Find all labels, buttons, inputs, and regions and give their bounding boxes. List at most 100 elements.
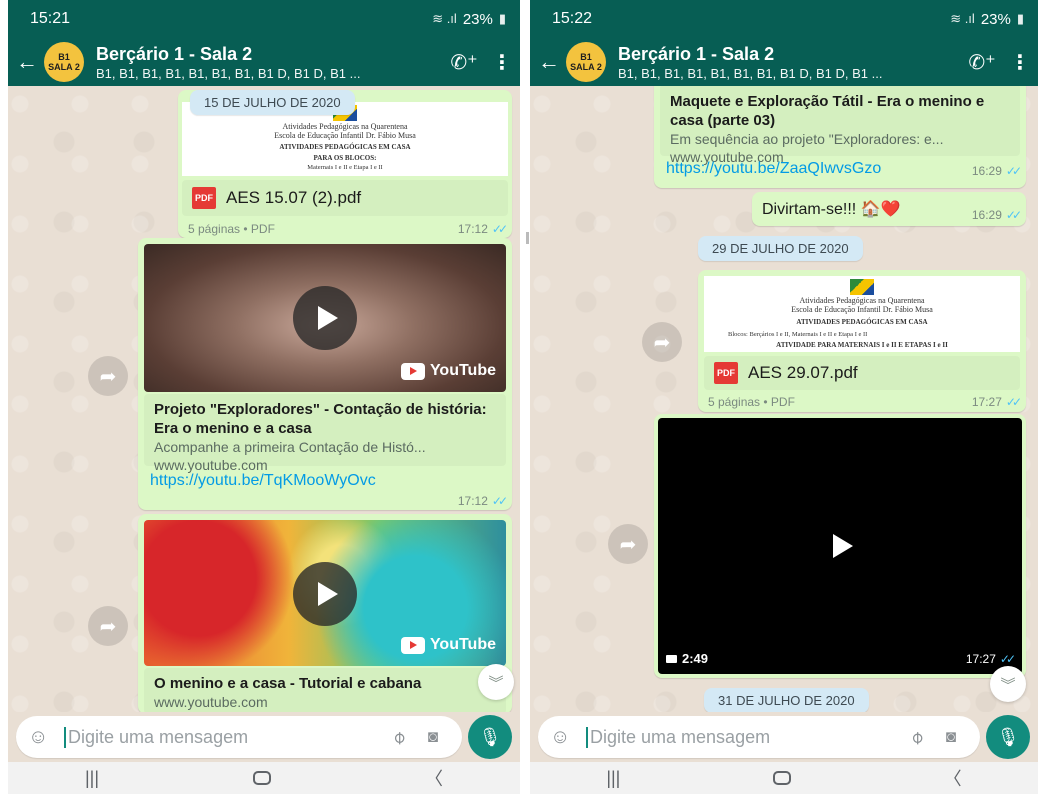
emoji-icon[interactable]: ☺	[28, 726, 54, 749]
link-preview-info[interactable]: Maquete e Exploração Tátil - Era o menin…	[660, 86, 1020, 165]
phone-screen-right: 15:22 ≋ .ıl 23% ▮ ← B1 SALA 2 Berçário 1…	[530, 0, 1038, 794]
system-nav-bar: ||| 〈	[530, 762, 1038, 794]
video-thumbnail[interactable]: YouTube	[144, 520, 506, 666]
message-list[interactable]: Atividades Pedagógicas na Quarentena Esc…	[8, 86, 520, 712]
link-title: Maquete e Exploração Tátil - Era o menin…	[670, 93, 985, 129]
status-bar: 15:22 ≋ .ıl 23% ▮	[530, 0, 1038, 38]
back-arrow-icon[interactable]: ←	[532, 49, 566, 75]
read-ticks-icon: ✓✓	[999, 652, 1016, 666]
document-name: AES 15.07 (2).pdf	[226, 188, 362, 207]
chat-header: ← B1 SALA 2 Berçário 1 - Sala 2 B1, B1, …	[530, 38, 1038, 86]
microphone-icon[interactable]: 🎙	[468, 715, 512, 759]
attach-icon[interactable]: ⌀	[380, 718, 419, 757]
add-call-icon[interactable]: ✆⁺	[444, 50, 484, 75]
video-message[interactable]: 2:49 17:27 ✓✓	[654, 414, 1026, 678]
link-message[interactable]: Maquete e Exploração Tátil - Era o menin…	[654, 86, 1026, 188]
video-thumbnail[interactable]: 2:49 17:27 ✓✓	[658, 418, 1022, 674]
group-avatar[interactable]: B1 SALA 2	[566, 42, 606, 82]
message-time: 17:27 ✓✓	[965, 652, 1016, 666]
chat-participants: B1, B1, B1, B1, B1, B1, B1, B1 D, B1 D, …	[618, 65, 883, 81]
pdf-icon: PDF	[714, 362, 738, 384]
forward-icon[interactable]: ➦	[608, 524, 648, 564]
play-icon[interactable]	[293, 562, 357, 626]
youtube-icon	[400, 636, 425, 654]
message-time: 16:29 ✓✓	[971, 208, 1022, 222]
system-nav-bar: ||| 〈	[8, 762, 520, 794]
message-link[interactable]: https://youtu.be/TqKMooWyOvc	[150, 472, 376, 490]
link-description: Em sequência ao projeto "Exploradores: e…	[670, 131, 944, 147]
group-avatar[interactable]: B1 SALA 2	[44, 42, 84, 82]
forward-icon[interactable]: ➦	[642, 322, 682, 362]
date-separator: 29 DE JULHO DE 2020	[698, 236, 863, 261]
recent-apps-icon[interactable]: |||	[85, 768, 99, 789]
camera-icon[interactable]: ◙	[934, 727, 968, 747]
wifi-signal-icon: ≋ .ıl	[950, 11, 975, 26]
forward-icon[interactable]: ➦	[88, 356, 128, 396]
document-preview: Atividades Pedagógicas na Quarentena Esc…	[704, 276, 1020, 352]
home-icon[interactable]	[253, 771, 271, 785]
back-icon[interactable]: 〈	[944, 765, 962, 791]
add-call-icon[interactable]: ✆⁺	[962, 50, 1002, 75]
read-ticks-icon: ✓✓	[1005, 164, 1022, 178]
document-name: AES 29.07.pdf	[748, 363, 858, 382]
status-time: 15:21	[30, 10, 71, 27]
message-list[interactable]: Maquete e Exploração Tátil - Era o menin…	[530, 86, 1038, 712]
play-icon[interactable]	[808, 514, 872, 578]
message-time: 16:29 ✓✓	[971, 164, 1022, 178]
recent-apps-icon[interactable]: |||	[606, 768, 620, 789]
home-icon[interactable]	[773, 771, 792, 785]
message-time: 17:27 ✓✓	[971, 395, 1022, 409]
emoji-icon[interactable]: ☺	[550, 726, 576, 749]
chat-title-area[interactable]: Berçário 1 - Sala 2 B1, B1, B1, B1, B1, …	[618, 44, 962, 81]
youtube-logo: YouTube	[400, 362, 496, 380]
status-bar: 15:21 ≋ .ıl 23% ▮	[8, 0, 520, 38]
link-title: Projeto "Exploradores" - Contação de his…	[154, 401, 487, 437]
video-thumbnail[interactable]: YouTube	[144, 244, 506, 392]
chat-participants: B1, B1, B1, B1, B1, B1, B1, B1 D, B1 D, …	[96, 65, 361, 81]
text-message[interactable]: Divirtam-se!!! 🏠❤️ 16:29 ✓✓	[752, 192, 1026, 226]
link-message[interactable]: YouTube O menino e a casa - Tutorial e c…	[138, 514, 512, 712]
wifi-signal-icon: ≋ .ıl	[432, 11, 457, 26]
document-message[interactable]: Atividades Pedagógicas na Quarentena Esc…	[698, 270, 1026, 412]
chat-header: ← B1 SALA 2 Berçário 1 - Sala 2 B1, B1, …	[8, 38, 520, 86]
link-title: O menino e a casa - Tutorial e cabana	[154, 675, 422, 692]
link-preview-info[interactable]: Projeto "Exploradores" - Contação de his…	[144, 394, 506, 473]
back-icon[interactable]: 〈	[425, 765, 443, 791]
message-input[interactable]	[586, 726, 900, 748]
document-file-row[interactable]: PDF AES 15.07 (2).pdf	[182, 180, 508, 216]
scroll-down-icon[interactable]: ︾	[478, 664, 514, 700]
read-ticks-icon: ✓✓	[1005, 395, 1022, 409]
battery-level: 23%	[462, 10, 493, 28]
chat-title: Berçário 1 - Sala 2	[96, 43, 253, 64]
camera-icon[interactable]: ◙	[416, 727, 450, 747]
link-description: Acompanhe a primeira Contação de Histó..…	[154, 439, 426, 455]
date-separator: 15 DE JULHO DE 2020	[190, 90, 355, 115]
battery-icon: ▮	[1016, 11, 1024, 26]
chat-title-area[interactable]: Berçário 1 - Sala 2 B1, B1, B1, B1, B1, …	[96, 44, 444, 81]
more-options-icon[interactable]: ⋮	[484, 50, 520, 75]
document-meta: 5 páginas • PDF	[708, 395, 795, 409]
read-ticks-icon: ✓✓	[491, 494, 508, 508]
read-ticks-icon: ✓✓	[1005, 208, 1022, 222]
play-icon[interactable]	[293, 286, 357, 350]
link-message[interactable]: YouTube Projeto "Exploradores" - Contaçã…	[138, 238, 512, 510]
more-options-icon[interactable]: ⋮	[1002, 50, 1038, 75]
status-time: 15:22	[552, 10, 593, 27]
pdf-icon: PDF	[192, 187, 216, 209]
back-arrow-icon[interactable]: ←	[10, 49, 44, 75]
scroll-down-icon[interactable]: ︾	[990, 666, 1026, 702]
document-file-row[interactable]: PDF AES 29.07.pdf	[704, 356, 1020, 390]
message-link[interactable]: https://youtu.be/ZaaQIwvsGzo	[666, 160, 881, 178]
forward-icon[interactable]: ➦	[88, 606, 128, 646]
read-ticks-icon: ✓✓	[491, 222, 508, 236]
message-input[interactable]	[64, 726, 382, 748]
youtube-logo: YouTube	[400, 636, 496, 654]
attach-icon[interactable]: ⌀	[898, 718, 937, 757]
battery-icon: ▮	[498, 11, 506, 26]
link-preview-info[interactable]: O menino e a casa - Tutorial e cabana ww…	[144, 668, 506, 712]
microphone-icon[interactable]: 🎙	[986, 715, 1030, 759]
youtube-icon	[400, 362, 425, 380]
video-duration: 2:49	[666, 651, 708, 666]
message-composer: ☺ ⌀ ◙ 🎙	[8, 712, 520, 762]
date-separator: 31 DE JULHO DE 2020	[704, 688, 869, 712]
